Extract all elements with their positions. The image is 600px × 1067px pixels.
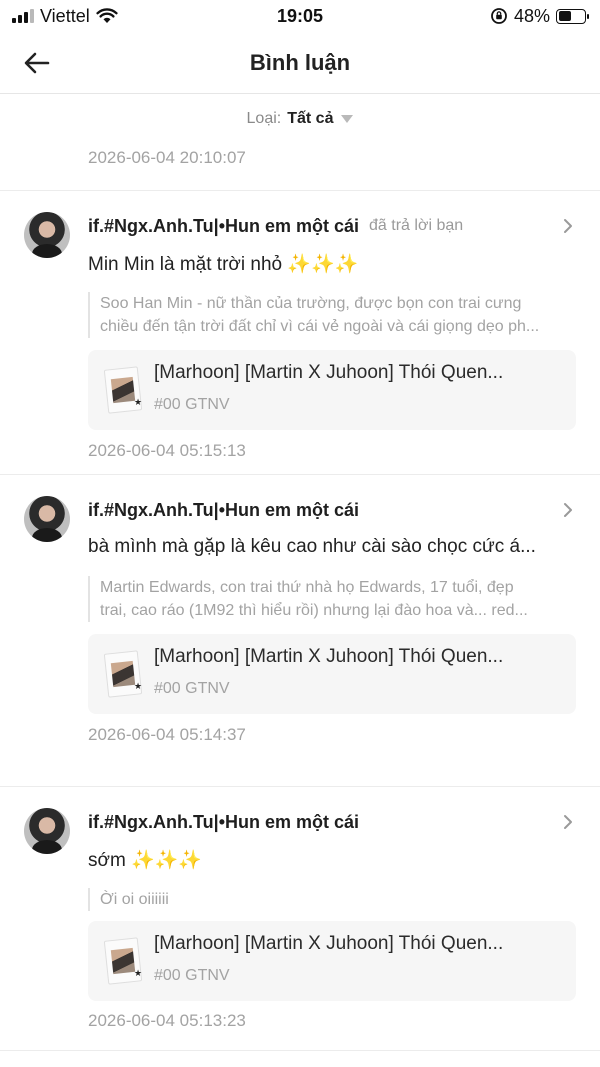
status-right: 48% [490, 5, 589, 27]
chevron-right-icon[interactable] [556, 498, 580, 522]
quote-line: Ời oi oiiiiii [100, 891, 169, 908]
page-title: Bình luận [249, 49, 351, 75]
status-left: Viettel [12, 6, 118, 27]
username[interactable]: if.#Ngx.Anh.Tu|•Hun em một cái [88, 500, 359, 521]
comment-item[interactable]: if.#Ngx.Anh.Tu|•Hun em một cái sớm ✨✨✨ Ờ… [0, 808, 600, 1048]
status-bar: Viettel 19:05 48% [0, 0, 600, 32]
avatar[interactable] [24, 808, 70, 854]
avatar[interactable] [24, 496, 70, 542]
filter-label: Loại: [246, 110, 282, 127]
divider [0, 190, 600, 191]
quoted-excerpt: Ời oi oiiiiii [88, 888, 576, 911]
comment-item[interactable]: if.#Ngx.Anh.Tu|•Hun em một cái bà mình m… [0, 496, 600, 766]
battery-level [558, 11, 571, 21]
caret-down-icon [341, 115, 354, 123]
quote-line: trai, cao ráo (1M92 thì hiểu rồi) nhưng … [100, 602, 528, 619]
back-button[interactable] [20, 46, 54, 80]
comment-header: if.#Ngx.Anh.Tu|•Hun em một cái [88, 808, 580, 836]
comment-timestamp: 2026-06-04 05:15:13 [88, 441, 246, 460]
story-title: [Marhoon] [Martin X Juhoon] Thói Quen... [154, 933, 504, 954]
carrier-name: Viettel [40, 5, 90, 26]
comment-body: bà mình mà gặp là kêu cao như cài sào ch… [88, 536, 536, 557]
wifi-icon [96, 8, 118, 23]
username[interactable]: if.#Ngx.Anh.Tu|•Hun em một cái [88, 812, 359, 833]
arrow-left-icon [24, 52, 50, 74]
comment-header: if.#Ngx.Anh.Tu|•Hun em một cái đã trả lờ… [88, 212, 580, 240]
chevron-right-icon[interactable] [556, 810, 580, 834]
header: Bình luận [0, 32, 600, 94]
divider [0, 474, 600, 475]
quote-line: chiều đến tận trời đất chỉ vì cái vẻ ngo… [100, 318, 540, 335]
story-card[interactable]: ★ [Marhoon] [Martin X Juhoon] Thói Quen.… [88, 634, 576, 714]
comment-body: Min Min là mặt trời nhỏ [88, 254, 283, 275]
star-icon: ★ [134, 397, 143, 407]
chevron-right-icon[interactable] [556, 214, 580, 238]
story-title: [Marhoon] [Martin X Juhoon] Thói Quen... [154, 646, 504, 667]
filter-dropdown[interactable]: Loại: Tất cả [0, 104, 600, 134]
comment-text: bà mình mà gặp là kêu cao như cài sào ch… [88, 536, 580, 558]
sparkles-emoji: ✨✨✨ [287, 254, 359, 275]
divider [0, 786, 600, 787]
story-title: [Marhoon] [Martin X Juhoon] Thói Quen... [154, 362, 504, 383]
story-card[interactable]: ★ [Marhoon] [Martin X Juhoon] Thói Quen.… [88, 921, 576, 1001]
comment-timestamp: 2026-06-04 05:14:37 [88, 725, 246, 744]
comment-text: sớm ✨✨✨ [88, 848, 580, 872]
comment-text: Min Min là mặt trời nhỏ ✨✨✨ [88, 252, 580, 276]
story-card[interactable]: ★ [Marhoon] [Martin X Juhoon] Thói Quen.… [88, 350, 576, 430]
story-chapter: #00 GTNV [154, 680, 230, 697]
quote-line: Martin Edwards, con trai thứ nhà họ Edwa… [100, 579, 514, 596]
username[interactable]: if.#Ngx.Anh.Tu|•Hun em một cái [88, 216, 359, 237]
divider [0, 1050, 600, 1051]
battery-icon [556, 8, 589, 24]
signal-icon [12, 9, 34, 23]
orientation-lock-icon [491, 8, 507, 24]
avatar[interactable] [24, 212, 70, 258]
comment-timestamp: 2026-06-04 20:10:07 [88, 148, 246, 167]
quoted-excerpt: Soo Han Min - nữ thần của trường, được b… [88, 292, 576, 338]
reply-note: đã trả lời bạn [369, 217, 464, 234]
comment-body: sớm [88, 850, 126, 871]
quoted-excerpt: Martin Edwards, con trai thứ nhà họ Edwa… [88, 576, 576, 622]
battery-percent: 48% [513, 5, 550, 26]
sparkles-emoji: ✨✨✨ [131, 850, 203, 871]
comment-header: if.#Ngx.Anh.Tu|•Hun em một cái [88, 496, 580, 524]
quote-line: Soo Han Min - nữ thần của trường, được b… [100, 295, 522, 312]
comment-item[interactable]: if.#Ngx.Anh.Tu|•Hun em một cái đã trả lờ… [0, 212, 600, 474]
comment-timestamp: 2026-06-04 05:13:23 [88, 1011, 246, 1030]
story-chapter: #00 GTNV [154, 967, 230, 984]
filter-value: Tất cả [287, 110, 334, 127]
story-chapter: #00 GTNV [154, 396, 230, 413]
star-icon: ★ [134, 681, 143, 691]
star-icon: ★ [134, 968, 143, 978]
